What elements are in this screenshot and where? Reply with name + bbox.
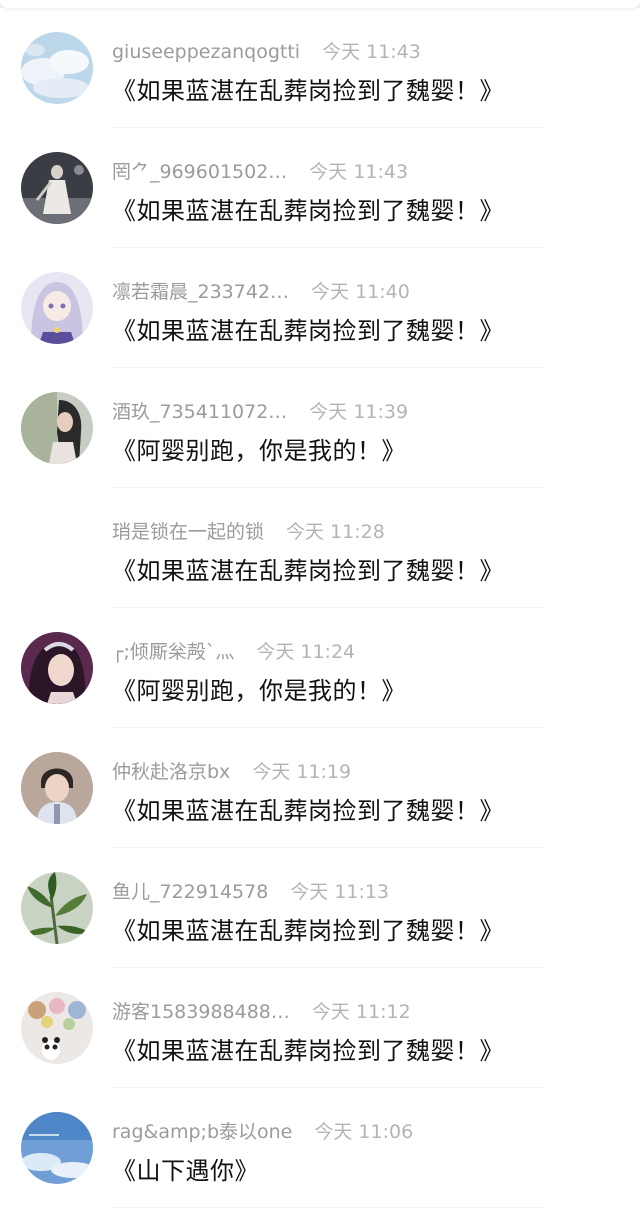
timestamp: 今天 11:43 <box>309 161 409 183</box>
plant-icon <box>21 872 93 944</box>
comment-meta: 酒玖_735411072… 今天 11:39 <box>112 400 408 424</box>
comment-list: giuseeppezanqogtti 今天 11:43 《如果蓝湛在乱葬岗捡到了魏… <box>0 8 640 1208</box>
comment-meta: rag&amp;b泰以one 今天 11:06 <box>112 1120 413 1144</box>
top-edge <box>0 0 640 8</box>
woman-portrait-icon <box>21 392 93 464</box>
comment-meta: giuseeppezanqogtti 今天 11:43 <box>112 40 421 64</box>
avatar[interactable] <box>21 32 93 104</box>
username[interactable]: 酒玖_735411072… <box>112 401 287 423</box>
avatar[interactable] <box>21 872 93 944</box>
avatar[interactable] <box>21 1112 93 1184</box>
username[interactable]: 游客1583988488… <box>112 1001 290 1023</box>
blue-sky-icon <box>21 1112 93 1184</box>
username[interactable]: 琑是锁在一起的锁 <box>112 521 264 543</box>
timestamp: 今天 11:12 <box>311 1001 411 1023</box>
comment-item[interactable]: 游客1583988488… 今天 11:12 《如果蓝湛在乱葬岗捡到了魏婴！》 <box>0 968 640 1088</box>
comment-text: 《如果蓝湛在乱葬岗捡到了魏婴！》 <box>112 317 504 345</box>
avatar[interactable] <box>21 272 93 344</box>
timestamp: 今天 11:24 <box>256 641 356 663</box>
comment-item[interactable]: 鱼儿_722914578 今天 11:13 《如果蓝湛在乱葬岗捡到了魏婴！》 <box>0 848 640 968</box>
username[interactable]: 罔⺈_969601502… <box>112 161 287 183</box>
username[interactable]: ┌;倾厮枀殸`灬 <box>112 641 234 663</box>
comment-meta: 游客1583988488… 今天 11:12 <box>112 1000 411 1024</box>
divider <box>112 1207 544 1208</box>
timestamp: 今天 11:43 <box>322 41 421 63</box>
comment-item[interactable]: 琑是锁在一起的锁 今天 11:28 《如果蓝湛在乱葬岗捡到了魏婴！》 <box>0 488 640 608</box>
woman-headpiece-icon <box>21 632 93 704</box>
username[interactable]: 鱼儿_722914578 <box>112 881 268 903</box>
comment-text: 《如果蓝湛在乱葬岗捡到了魏婴！》 <box>112 197 504 225</box>
comment-item[interactable]: ┌;倾厮枀殸`灬 今天 11:24 《阿婴别跑，你是我的！》 <box>0 608 640 728</box>
avatar[interactable] <box>21 152 93 224</box>
comment-meta: 鱼儿_722914578 今天 11:13 <box>112 880 389 904</box>
avatar[interactable] <box>21 992 93 1064</box>
comment-item[interactable]: giuseeppezanqogtti 今天 11:43 《如果蓝湛在乱葬岗捡到了魏… <box>0 8 640 128</box>
man-portrait-icon <box>21 752 93 824</box>
avatar[interactable] <box>21 752 93 824</box>
comment-text: 《如果蓝湛在乱葬岗捡到了魏婴！》 <box>112 797 504 825</box>
timestamp: 今天 11:06 <box>314 1121 414 1143</box>
comment-meta: ┌;倾厮枀殸`灬 今天 11:24 <box>112 640 355 664</box>
username[interactable]: 凛若霜晨_233742… <box>112 281 289 303</box>
comment-meta: 凛若霜晨_233742… 今天 11:40 <box>112 280 410 304</box>
username[interactable]: 仲秋赴洛京bx <box>112 761 230 783</box>
avatar[interactable] <box>21 392 93 464</box>
comment-meta: 罔⺈_969601502… 今天 11:43 <box>112 160 408 184</box>
sky-icon <box>21 32 93 104</box>
comment-text: 《如果蓝湛在乱葬岗捡到了魏婴！》 <box>112 917 504 945</box>
comment-text: 《山下遇你》 <box>112 1157 259 1185</box>
anime-girl-icon <box>21 272 93 344</box>
timestamp: 今天 11:19 <box>252 761 352 783</box>
timestamp: 今天 11:28 <box>286 521 385 543</box>
comment-item[interactable]: 罔⺈_969601502… 今天 11:43 《如果蓝湛在乱葬岗捡到了魏婴！》 <box>0 128 640 248</box>
avatar[interactable] <box>21 632 93 704</box>
comment-item[interactable]: rag&amp;b泰以one 今天 11:06 《山下遇你》 <box>0 1088 640 1208</box>
username[interactable]: rag&amp;b泰以one <box>112 1121 292 1143</box>
timestamp: 今天 11:39 <box>309 401 409 423</box>
comment-text: 《如果蓝湛在乱葬岗捡到了魏婴！》 <box>112 557 504 585</box>
comment-text: 《阿婴别跑，你是我的！》 <box>112 677 406 705</box>
comment-text: 《阿婴别跑，你是我的！》 <box>112 437 406 465</box>
dark-figure-icon <box>21 152 93 224</box>
comment-text: 《如果蓝湛在乱葬岗捡到了魏婴！》 <box>112 1037 504 1065</box>
comment-item[interactable]: 酒玖_735411072… 今天 11:39 《阿婴别跑，你是我的！》 <box>0 368 640 488</box>
comment-text: 《如果蓝湛在乱葬岗捡到了魏婴！》 <box>112 77 504 105</box>
timestamp: 今天 11:13 <box>290 881 390 903</box>
comment-item[interactable]: 凛若霜晨_233742… 今天 11:40 《如果蓝湛在乱葬岗捡到了魏婴！》 <box>0 248 640 368</box>
username[interactable]: giuseeppezanqogtti <box>112 41 300 63</box>
plush-toys-icon <box>21 992 93 1064</box>
comment-item[interactable]: 仲秋赴洛京bx 今天 11:19 《如果蓝湛在乱葬岗捡到了魏婴！》 <box>0 728 640 848</box>
comment-meta: 仲秋赴洛京bx 今天 11:19 <box>112 760 351 784</box>
timestamp: 今天 11:40 <box>311 281 410 303</box>
comment-meta: 琑是锁在一起的锁 今天 11:28 <box>112 520 385 544</box>
